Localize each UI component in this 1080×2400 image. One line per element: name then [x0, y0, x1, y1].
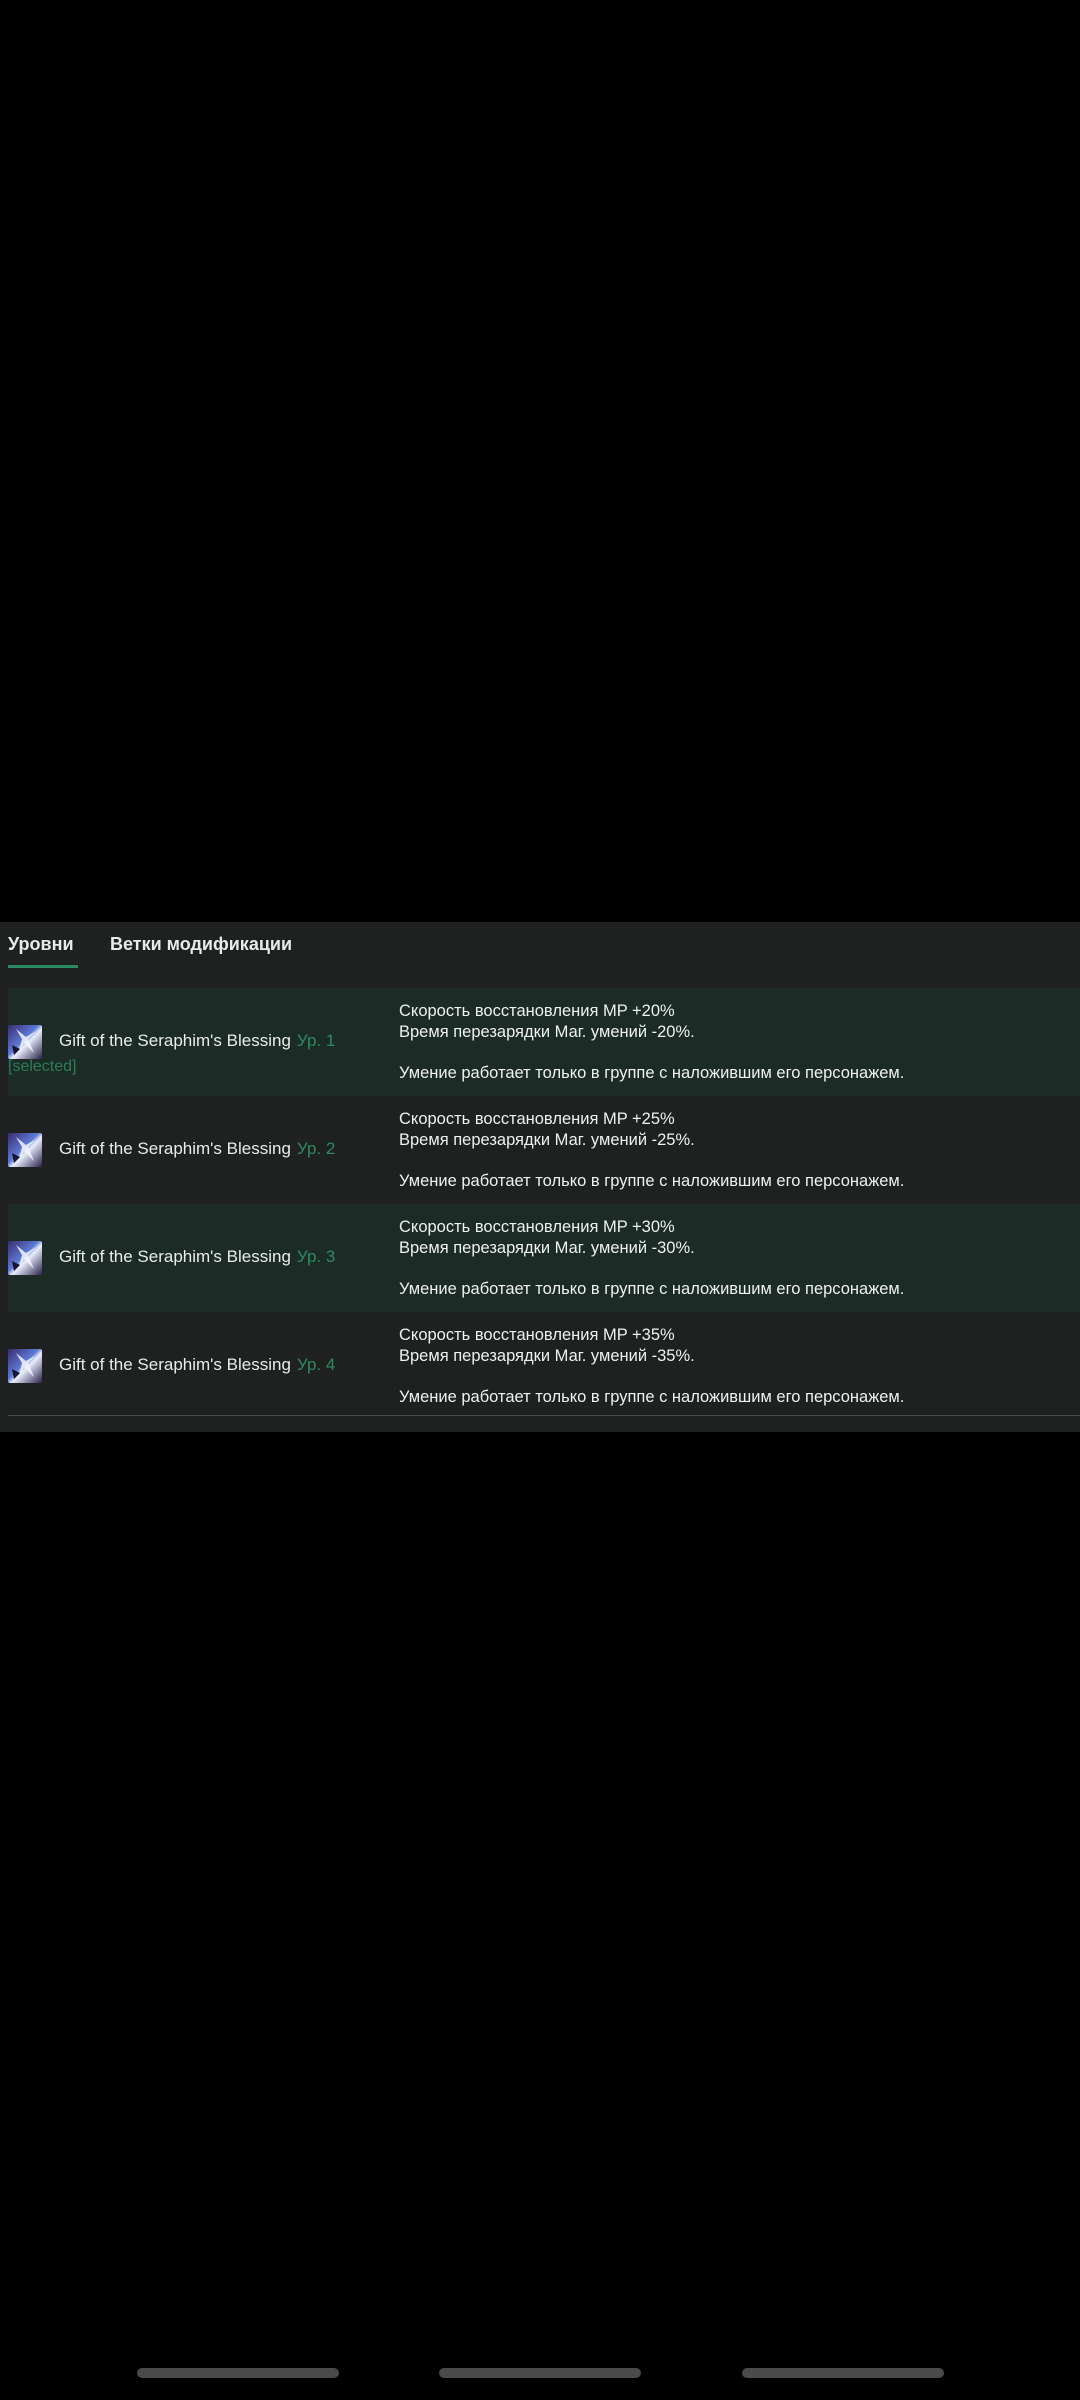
skill-name: Gift of the Seraphim's Blessing Ур. 4: [59, 1355, 335, 1375]
level-row-1[interactable]: Gift of the Seraphim's Blessing Ур. 1 [se…: [8, 988, 1080, 1096]
levels-table: Gift of the Seraphim's Blessing Ур. 1 [se…: [8, 988, 1080, 1420]
skill-level-label: Ур. 2: [296, 1139, 336, 1158]
skill-name-text: Gift of the Seraphim's Blessing: [59, 1247, 291, 1266]
skill-level-label: Ур. 4: [296, 1355, 336, 1374]
group-condition-line: Умение работает только в группе с наложи…: [399, 1280, 905, 1298]
group-condition-line: Умение работает только в группе с наложи…: [399, 1388, 905, 1406]
skill-level-label: Ур. 1: [296, 1031, 336, 1050]
tab-branches-label: Ветки модификации: [110, 934, 293, 954]
mp-regen-line: Скорость восстановления MP +25%: [399, 1110, 675, 1128]
skill-name-text: Gift of the Seraphim's Blessing: [59, 1031, 291, 1050]
table-bottom-divider: [8, 1415, 1080, 1416]
cooldown-line: Время перезарядки Маг. умений -30%.: [399, 1238, 695, 1257]
level-description: Скорость восстановления MP +20% Время пе…: [399, 1001, 1059, 1084]
skill-name: Gift of the Seraphim's Blessing Ур. 2: [59, 1139, 335, 1159]
cooldown-line: Время перезарядки Маг. умений -25%.: [399, 1130, 695, 1149]
seraphim-blessing-skill-icon: [8, 1349, 42, 1383]
tab-levels-label: Уровни: [8, 934, 74, 954]
skill-name: Gift of the Seraphim's Blessing Ур. 1: [59, 1031, 335, 1051]
skill-level-label: Ур. 3: [296, 1247, 336, 1266]
level-description: Скорость восстановления MP +30% Время пе…: [399, 1217, 1059, 1300]
mp-regen-line: Скорость восстановления MP +30%: [399, 1218, 675, 1236]
skill-name: Gift of the Seraphim's Blessing Ур. 3: [59, 1247, 335, 1267]
mp-regen-line: Скорость восстановления MP +35%: [399, 1326, 675, 1344]
nav-back-handle[interactable]: [137, 2368, 339, 2378]
level-row-4[interactable]: Gift of the Seraphim's Blessing Ур. 4 Ско…: [8, 1312, 1080, 1420]
seraphim-blessing-skill-icon: [8, 1133, 42, 1167]
active-tab-indicator: [8, 965, 78, 968]
selected-tag: [selected]: [8, 1058, 77, 1075]
level-description: Скорость восстановления MP +35% Время пе…: [399, 1325, 1059, 1408]
level-row-3[interactable]: Gift of the Seraphim's Blessing Ур. 3 Ско…: [8, 1204, 1080, 1312]
seraphim-blessing-skill-icon: [8, 1241, 42, 1275]
group-condition-line: Умение работает только в группе с наложи…: [399, 1064, 905, 1082]
mp-regen-line: Скорость восстановления MP +20%: [399, 1002, 675, 1020]
nav-recents-handle[interactable]: [742, 2368, 944, 2378]
level-row-2[interactable]: Gift of the Seraphim's Blessing Ур. 2 Ско…: [8, 1096, 1080, 1204]
level-description: Скорость восстановления MP +25% Время пе…: [399, 1109, 1059, 1192]
cooldown-line: Время перезарядки Маг. умений -35%.: [399, 1346, 695, 1365]
seraphim-blessing-skill-icon: [8, 1025, 42, 1059]
tab-levels[interactable]: Уровни: [8, 932, 78, 968]
group-condition-line: Умение работает только в группе с наложи…: [399, 1172, 905, 1190]
skill-name-text: Gift of the Seraphim's Blessing: [59, 1355, 291, 1374]
skill-name-text: Gift of the Seraphim's Blessing: [59, 1139, 291, 1158]
system-navigation-bar: [0, 2368, 1080, 2382]
nav-home-handle[interactable]: [439, 2368, 641, 2378]
skill-levels-panel: Уровни Ветки модификации Gift of the Ser…: [0, 922, 1080, 1432]
cooldown-line: Время перезарядки Маг. умений -20%.: [399, 1022, 695, 1041]
tab-modification-branches[interactable]: Ветки модификации: [110, 932, 300, 968]
tab-bar: Уровни Ветки модификации: [0, 922, 1080, 970]
